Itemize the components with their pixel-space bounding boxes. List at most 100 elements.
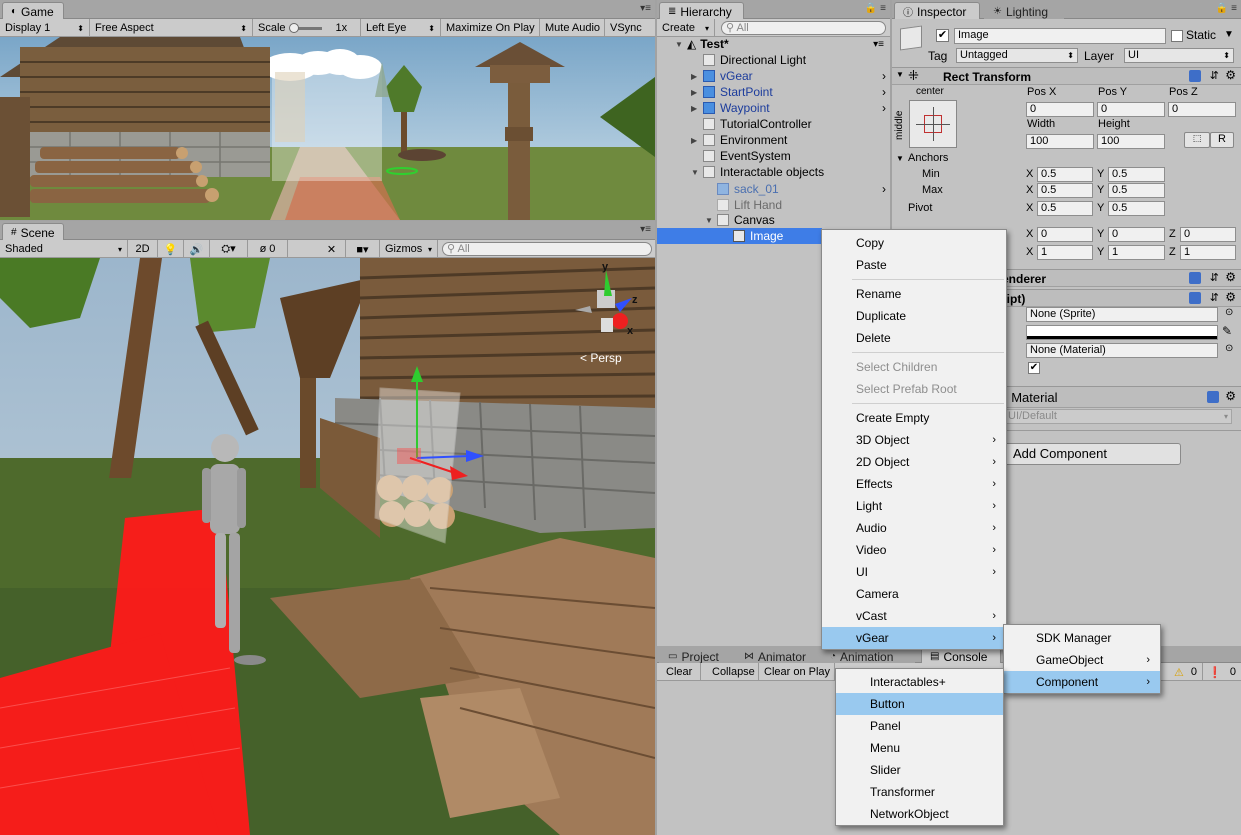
tag-dropdown[interactable]: Untagged ⬍ — [956, 48, 1078, 63]
menu-item-delete[interactable]: Delete — [822, 327, 1006, 349]
tab-inspector[interactable]: ⓘ Inspector — [894, 2, 980, 19]
audio-toggle[interactable]: 🔊 — [184, 240, 210, 258]
chevron-right-icon[interactable]: › — [882, 85, 886, 99]
help-icon[interactable] — [1189, 272, 1201, 284]
scale-slider-track[interactable] — [288, 22, 322, 33]
hierarchy-item-waypoint[interactable]: ▶ Waypoint › — [657, 100, 890, 116]
foldout-open-icon[interactable]: ▼ — [705, 216, 715, 225]
foldout-closed-icon[interactable]: ▶ — [691, 104, 701, 113]
camera-dropdown[interactable]: ■▾ — [346, 240, 380, 258]
rot-z-field[interactable]: 0 — [1180, 227, 1236, 242]
source-image-field[interactable]: None (Sprite) — [1026, 307, 1218, 322]
rot-y-field[interactable]: 0 — [1108, 227, 1165, 242]
chevron-right-icon[interactable]: › — [882, 101, 886, 115]
active-checkbox[interactable]: ✔ — [936, 29, 949, 42]
lock-menu-icon[interactable]: 🔒 ≡ — [1216, 3, 1237, 14]
hierarchy-item-startpoint[interactable]: ▶ StartPoint › — [657, 84, 890, 100]
pivot-x-field[interactable]: 0.5 — [1037, 201, 1093, 216]
menu-item-effects[interactable]: Effects › — [822, 473, 1006, 495]
chevron-right-icon[interactable]: › — [882, 69, 886, 83]
tab-game[interactable]: ◐ Game — [2, 2, 64, 19]
menu-item-vcast[interactable]: vCast › — [822, 605, 1006, 627]
eyedropper-icon[interactable]: ✎ — [1222, 324, 1232, 338]
vsync-toggle[interactable]: VSync — [605, 19, 655, 37]
foldout-closed-icon[interactable]: ▶ — [691, 88, 701, 97]
tab-hierarchy[interactable]: ≣ Hierarchy — [659, 2, 744, 19]
hierarchy-item-directional-light[interactable]: Directional Light — [657, 52, 890, 68]
lighting-toggle[interactable]: 💡 — [158, 240, 184, 258]
hierarchy-item-eventsystem[interactable]: EventSystem — [657, 148, 890, 164]
menu-item-ui[interactable]: UI › — [822, 561, 1006, 583]
menu-item-paste[interactable]: Paste — [822, 254, 1006, 276]
persp-label[interactable]: < Persp — [580, 351, 622, 365]
hierarchy-item-environment[interactable]: ▶ Environment — [657, 132, 890, 148]
menu-item-slider[interactable]: Slider — [836, 759, 1003, 781]
hidden-objects-toggle[interactable]: ø0 — [248, 240, 288, 258]
error-count-toggle[interactable]: ❗ 0 — [1203, 663, 1241, 681]
tools-button[interactable]: ✕ — [318, 240, 346, 258]
rect-transform-header[interactable]: ▼ ⁜ Rect Transform ⇵ ⚙ — [892, 67, 1241, 85]
foldout-closed-icon[interactable]: ▶ — [691, 72, 701, 81]
preset-icon[interactable]: ⇵ — [1210, 271, 1219, 284]
static-checkbox[interactable] — [1171, 30, 1183, 42]
warning-count-toggle[interactable]: ⚠ 0 — [1169, 663, 1203, 681]
help-icon[interactable] — [1189, 292, 1201, 304]
menu-item-vgear[interactable]: vGear › — [822, 627, 1006, 649]
height-field[interactable]: 100 — [1097, 134, 1165, 149]
menu-item-3d-object[interactable]: 3D Object › — [822, 429, 1006, 451]
object-picker-icon[interactable]: ⊙ — [1225, 343, 1233, 354]
display-dropdown[interactable]: Display 1 ⬍ — [0, 19, 90, 37]
scale-slider-thumb[interactable] — [288, 22, 299, 33]
tab-animator[interactable]: ⋈ Animator — [735, 647, 821, 664]
scale-z-field[interactable]: 1 — [1180, 245, 1236, 260]
scene-menu-icon[interactable]: ▾≡ — [873, 39, 884, 50]
hierarchy-search[interactable]: ⚲ All — [721, 21, 886, 35]
width-field[interactable]: 100 — [1026, 134, 1094, 149]
mute-audio-toggle[interactable]: Mute Audio — [540, 19, 605, 37]
scene-root-row[interactable]: ▼ ◭ Test* ▾≡ — [657, 36, 890, 52]
console-clear-button[interactable]: Clear — [661, 663, 701, 681]
pos-z-field[interactable]: 0 — [1168, 102, 1236, 117]
menu-item-rename[interactable]: Rename — [822, 283, 1006, 305]
settings-gear-icon[interactable]: ⚙ — [1225, 290, 1236, 304]
layer-dropdown[interactable]: UI ⬍ — [1124, 48, 1234, 63]
scale-x-field[interactable]: 1 — [1037, 245, 1093, 260]
raycast-target-checkbox[interactable]: ✔ — [1028, 362, 1040, 374]
min-y-field[interactable]: 0.5 — [1108, 167, 1165, 182]
shader-dropdown[interactable]: UI/Default ▾ — [1004, 409, 1232, 424]
menu-item-menu[interactable]: Menu — [836, 737, 1003, 759]
max-x-field[interactable]: 0.5 — [1037, 183, 1093, 198]
object-picker-icon[interactable]: ⊙ — [1225, 307, 1233, 318]
hierarchy-item-image[interactable]: Image — [657, 228, 822, 244]
menu-item-networkobject[interactable]: NetworkObject — [836, 803, 1003, 825]
menu-item-transformer[interactable]: Transformer — [836, 781, 1003, 803]
menu-item-duplicate[interactable]: Duplicate — [822, 305, 1006, 327]
create-dropdown[interactable]: Create ▾ — [657, 19, 715, 37]
panel-menu-icon[interactable]: ▾≡ — [640, 3, 651, 14]
tab-scene[interactable]: # Scene — [2, 223, 64, 240]
menu-item-create-empty[interactable]: Create Empty — [822, 407, 1006, 429]
console-clear-on-play-toggle[interactable]: Clear on Play — [759, 663, 835, 681]
aspect-dropdown[interactable]: Free Aspect ⬍ — [90, 19, 253, 37]
console-collapse-toggle[interactable]: Collapse — [707, 663, 759, 681]
pos-y-field[interactable]: 0 — [1097, 102, 1165, 117]
menu-item-panel[interactable]: Panel — [836, 715, 1003, 737]
menu-item-light[interactable]: Light › — [822, 495, 1006, 517]
menu-item-gameobject[interactable]: GameObject › — [1004, 649, 1160, 671]
static-dropdown-icon[interactable]: ▼ — [1224, 29, 1234, 40]
menu-item-video[interactable]: Video › — [822, 539, 1006, 561]
preset-icon[interactable]: ⇵ — [1210, 69, 1219, 82]
game-viewport[interactable] — [0, 37, 655, 220]
eye-dropdown[interactable]: Left Eye ⬍ — [361, 19, 441, 37]
material-field[interactable]: None (Material) — [1026, 343, 1218, 358]
tab-project[interactable]: ▭ Project — [659, 647, 735, 664]
min-x-field[interactable]: 0.5 — [1037, 167, 1093, 182]
scene-viewport[interactable]: y z x < Persp — [0, 258, 655, 835]
color-field[interactable] — [1026, 325, 1218, 340]
preset-icon[interactable]: ⇵ — [1210, 291, 1219, 304]
tab-lighting[interactable]: ☀ Lighting — [984, 2, 1064, 19]
scale-slider[interactable]: Scale 1x — [253, 19, 361, 37]
maximize-on-play-toggle[interactable]: Maximize On Play — [441, 19, 540, 37]
foldout-open-icon[interactable]: ▼ — [691, 168, 701, 177]
foldout-open-icon[interactable]: ▼ — [896, 154, 904, 163]
